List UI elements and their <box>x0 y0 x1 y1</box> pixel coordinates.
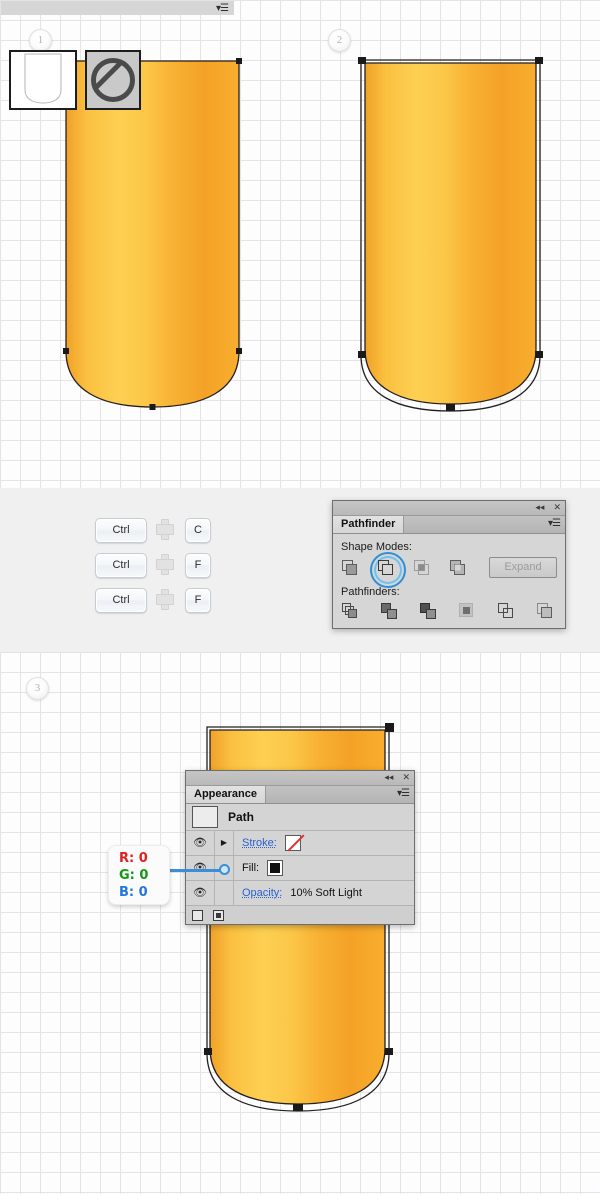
key-ctrl[interactable]: Ctrl <box>95 588 147 613</box>
expand-button[interactable]: Expand <box>489 557 557 578</box>
minus-back-icon[interactable] <box>536 602 554 620</box>
prohibited-icon <box>91 58 135 102</box>
callout-endpoint <box>219 864 230 875</box>
close-icon[interactable]: ✕ <box>402 772 410 783</box>
crop-icon[interactable] <box>458 602 476 620</box>
divide-icon[interactable] <box>341 602 359 620</box>
appearance-panel[interactable]: ◂◂ ✕ Appearance ▾☰ Path 👁 ▶ Stroke: 👁 Fi… <box>185 770 415 925</box>
panel-menu-icon[interactable]: ▾☰ <box>548 518 561 529</box>
step-badge-1: 1 <box>29 29 52 52</box>
pathfinders-label: Pathfinders: <box>341 586 400 598</box>
step-badge-3: 3 <box>26 677 49 700</box>
intersect-icon[interactable] <box>413 559 431 577</box>
callout-line <box>168 869 224 872</box>
pathfinder-panel[interactable]: ◂◂ ✕ Pathfinder ▾☰ Shape Modes: Expand P… <box>332 500 566 629</box>
visibility-toggle-stroke[interactable]: 👁 <box>186 831 215 855</box>
cylinder-2[interactable] <box>358 55 543 415</box>
none-swatch[interactable] <box>284 835 301 851</box>
eye-icon: 👁 <box>193 862 207 874</box>
pathfinder-titlebar: ◂◂ ✕ <box>333 501 565 516</box>
step-badge-2: 2 <box>328 29 351 52</box>
merge-icon[interactable] <box>419 602 437 620</box>
no-mask-icon[interactable] <box>85 50 141 110</box>
exclude-icon[interactable] <box>449 559 467 577</box>
rgb-r-value: R: 0 <box>119 851 148 866</box>
object-thumbnail[interactable] <box>9 50 77 110</box>
outline-icon[interactable] <box>497 602 515 620</box>
keyboard-shortcuts: Ctrl C Ctrl F Ctrl F <box>95 518 220 623</box>
object-name: Path <box>228 810 255 824</box>
stroke-label[interactable]: Stroke: <box>242 837 277 849</box>
rgb-callout: R: 0 G: 0 B: 0 <box>108 845 170 905</box>
pathfinder-body: Shape Modes: Expand Pathfinders: <box>333 534 565 628</box>
expand-opacity-toggle[interactable] <box>215 881 234 905</box>
key-f[interactable]: F <box>185 553 211 578</box>
tab-appearance[interactable]: Appearance <box>186 786 266 803</box>
shape-modes-label: Shape Modes: <box>341 541 412 553</box>
unite-icon[interactable] <box>341 559 359 577</box>
pathfinder-tabbar: Pathfinder ▾☰ <box>333 516 565 534</box>
tab-pathfinder[interactable]: Pathfinder <box>333 516 405 533</box>
clear-appearance-icon[interactable] <box>213 909 224 921</box>
expand-stroke-toggle[interactable]: ▶ <box>215 831 234 855</box>
key-c[interactable]: C <box>185 518 211 543</box>
appearance-list: Path 👁 ▶ Stroke: 👁 Fill: 👁 Opacity: 10% … <box>186 804 414 906</box>
trim-icon[interactable] <box>380 602 398 620</box>
transparency-titlebar: ▾☰ <box>1 1 234 15</box>
collapse-icon[interactable]: ◂◂ <box>535 502 544 513</box>
rgb-b-value: B: 0 <box>119 885 148 900</box>
visibility-toggle-fill[interactable]: 👁 <box>186 856 215 880</box>
eye-icon: 👁 <box>193 837 207 849</box>
appearance-footer <box>186 906 414 924</box>
fill-label[interactable]: Fill: <box>242 862 259 874</box>
panel-menu-icon[interactable]: ▾☰ <box>397 788 410 799</box>
plus-icon <box>155 588 177 613</box>
panel-menu-icon[interactable]: ▾☰ <box>216 3 229 14</box>
opacity-label[interactable]: Opacity: <box>242 887 282 899</box>
shortcut-row-2: Ctrl F <box>95 553 220 578</box>
key-f[interactable]: F <box>185 588 211 613</box>
pathfinders-row <box>341 602 557 620</box>
shape-modes-row: Expand <box>341 551 557 588</box>
appearance-object-row[interactable]: Path <box>186 804 414 831</box>
key-ctrl[interactable]: Ctrl <box>95 518 147 543</box>
appearance-tabbar: Appearance ▾☰ <box>186 786 414 804</box>
rgb-g-value: G: 0 <box>119 868 149 883</box>
shortcut-row-3: Ctrl F <box>95 588 220 613</box>
appearance-row-stroke[interactable]: 👁 ▶ Stroke: <box>186 831 414 856</box>
appearance-row-opacity[interactable]: 👁 Opacity: 10% Soft Light <box>186 881 414 906</box>
plus-icon <box>155 518 177 543</box>
opacity-value: 10% Soft Light <box>290 887 362 899</box>
black-swatch[interactable] <box>267 860 284 876</box>
appearance-titlebar: ◂◂ ✕ <box>186 771 414 786</box>
close-icon[interactable]: ✕ <box>553 502 561 513</box>
shortcut-row-1: Ctrl C <box>95 518 220 543</box>
visibility-toggle-opacity[interactable]: 👁 <box>186 881 215 905</box>
object-thumbnail <box>192 806 218 828</box>
plus-icon <box>155 553 177 578</box>
minus-front-icon[interactable] <box>370 551 406 588</box>
new-art-maintains-appearance-icon[interactable] <box>192 909 203 921</box>
collapse-icon[interactable]: ◂◂ <box>384 772 393 783</box>
key-ctrl[interactable]: Ctrl <box>95 553 147 578</box>
eye-icon: 👁 <box>193 887 207 899</box>
